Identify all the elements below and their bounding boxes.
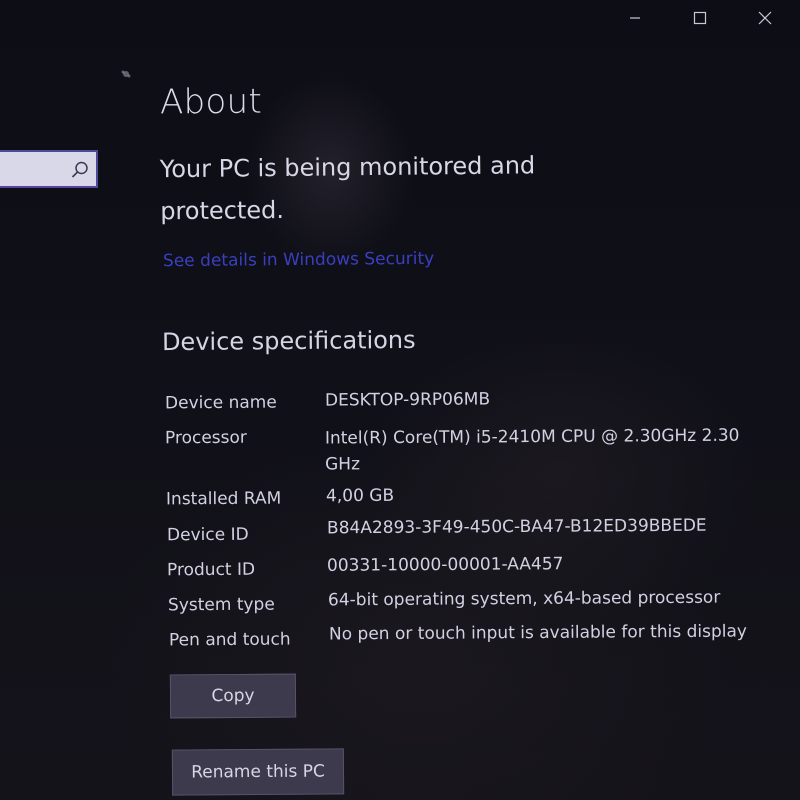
copy-button[interactable]: Copy: [169, 673, 297, 719]
minimize-button[interactable]: [612, 4, 658, 32]
protection-status-text: Your PC is being monitored and protected…: [159, 151, 536, 226]
spec-label-device-name: Device name: [164, 392, 277, 414]
spec-value-processor: Intel(R) Core(TM) i5-2410M CPU @ 2.30GHz…: [324, 425, 740, 475]
search-box[interactable]: [0, 150, 98, 188]
spec-label-installed-ram: Installed RAM: [165, 488, 282, 510]
spec-value-pen-and-touch: No pen or touch input is available for t…: [328, 621, 748, 645]
dust-speck: [121, 70, 131, 78]
maximize-icon: [693, 11, 707, 25]
spec-label-system-type: System type: [167, 594, 275, 616]
spec-value-system-type: 64-bit operating system, x64-based proce…: [327, 587, 721, 611]
spec-label-device-id: Device ID: [166, 524, 249, 546]
close-button[interactable]: [742, 4, 788, 32]
minimize-icon: [630, 17, 640, 19]
spec-label-processor: Processor: [164, 427, 247, 449]
windows-security-link[interactable]: See details in Windows Security: [163, 249, 434, 271]
page-title: About: [159, 81, 263, 123]
spec-value-device-id: B84A2893-3F49-450C-BA47-B12ED39BBEDE: [326, 515, 707, 539]
spec-value-device-name: DESKTOP-9RP06MB: [324, 389, 491, 411]
spec-label-product-id: Product ID: [166, 559, 256, 581]
maximize-button[interactable]: [677, 4, 723, 32]
search-icon[interactable]: [70, 160, 90, 180]
settings-window: About Your PC is being monitored and pro…: [0, 0, 800, 800]
search-input[interactable]: [0, 152, 80, 186]
spec-value-product-id: 00331-10000-00001-AA457: [326, 554, 564, 576]
spec-value-installed-ram: 4,00 GB: [325, 485, 395, 507]
spec-label-pen-and-touch: Pen and touch: [168, 629, 291, 651]
device-specifications-heading: Device specifications: [161, 325, 416, 357]
close-icon: [758, 11, 772, 25]
rename-pc-button[interactable]: Rename this PC: [171, 748, 345, 796]
